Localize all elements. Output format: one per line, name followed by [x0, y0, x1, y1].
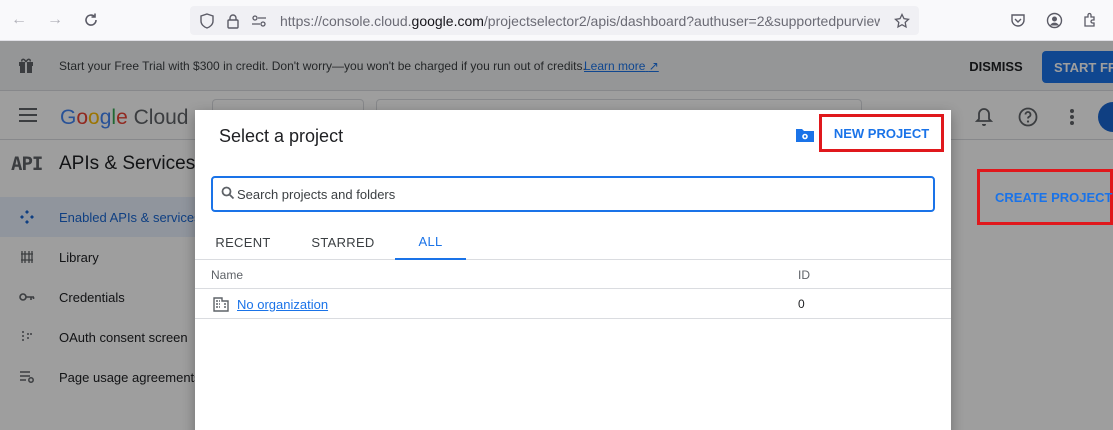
- manage-resources-icon[interactable]: [795, 127, 815, 143]
- create-project-button[interactable]: CREATE PROJECT: [977, 169, 1113, 225]
- column-name[interactable]: Name: [211, 268, 243, 282]
- reload-icon[interactable]: [79, 8, 103, 32]
- search-icon: [221, 186, 237, 202]
- shield-icon[interactable]: [198, 12, 216, 30]
- organization-id: 0: [798, 297, 805, 311]
- extensions-icon[interactable]: [1080, 10, 1100, 30]
- dialog-title: Select a project: [219, 126, 344, 146]
- permissions-icon[interactable]: [250, 12, 268, 30]
- tab-all[interactable]: ALL: [395, 224, 466, 260]
- project-search[interactable]: [211, 176, 935, 212]
- url-bar[interactable]: https://console.cloud.google.com/project…: [190, 6, 919, 35]
- organization-link[interactable]: No organization: [237, 297, 328, 312]
- back-icon[interactable]: ←: [7, 8, 31, 32]
- account-icon[interactable]: [1044, 10, 1064, 30]
- tab-recent[interactable]: RECENT: [205, 224, 281, 260]
- star-icon[interactable]: [893, 12, 911, 30]
- url-text: https://console.cloud.google.com/project…: [280, 13, 880, 29]
- forward-icon[interactable]: →: [43, 8, 67, 32]
- organization-icon: [213, 296, 229, 312]
- column-id[interactable]: ID: [798, 268, 810, 282]
- new-project-button[interactable]: NEW PROJECT: [819, 114, 944, 152]
- search-input[interactable]: [237, 181, 917, 207]
- create-project-label: CREATE PROJECT: [995, 189, 1113, 205]
- lock-icon[interactable]: [224, 12, 242, 30]
- browser-toolbar: ← → https://console.cloud.google.com/pro…: [0, 0, 1113, 41]
- table-header: Name ID: [195, 260, 951, 289]
- tab-starred[interactable]: STARRED: [305, 224, 381, 260]
- pocket-icon[interactable]: [1008, 10, 1028, 30]
- project-tabs: RECENT STARRED ALL: [195, 224, 951, 260]
- table-row[interactable]: No organization 0: [195, 289, 951, 319]
- select-project-dialog: Select a project NEW PROJECT RECENT STAR…: [195, 110, 951, 430]
